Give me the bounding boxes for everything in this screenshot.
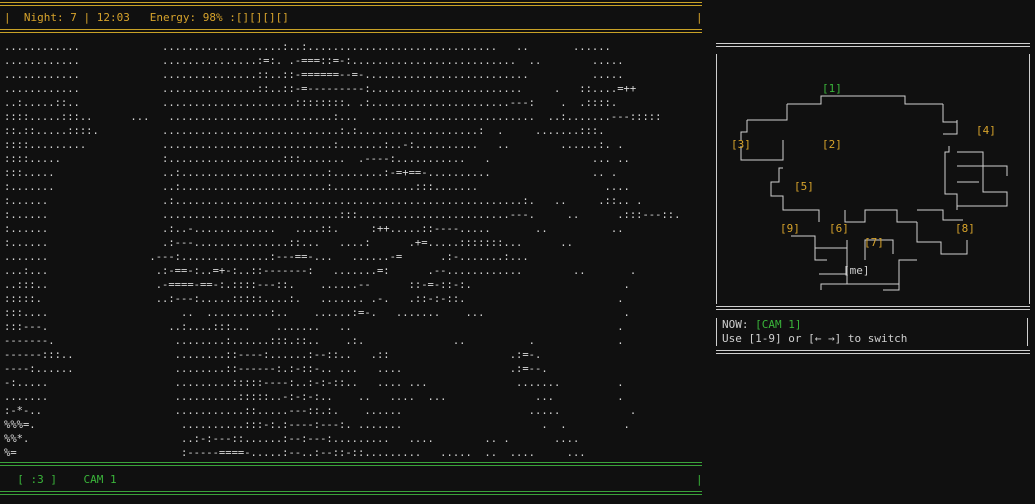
now-label: NOW: bbox=[722, 318, 749, 331]
footer-top-rule bbox=[0, 462, 702, 466]
map-cam-5[interactable]: [5] bbox=[794, 180, 814, 193]
map-cam-6[interactable]: [6] bbox=[829, 222, 849, 235]
camera-status: NOW: [CAM 1] Use [1-9] or [← →] to switc… bbox=[716, 318, 1028, 346]
map-cam-2[interactable]: [2] bbox=[822, 138, 842, 151]
camera-map-panel: [1] [2] [3] [4] [5] [6] [7] [8] [9] [me]… bbox=[716, 40, 1032, 360]
energy-label: Energy: bbox=[149, 11, 197, 24]
map-top-rule bbox=[716, 43, 1030, 47]
map-cam-9[interactable]: [9] bbox=[780, 222, 800, 235]
energy-bars: :[][][][] bbox=[229, 11, 289, 24]
map-bottom-rule bbox=[716, 350, 1030, 354]
map-walls bbox=[740, 95, 1008, 291]
now-cam-value: [CAM 1] bbox=[755, 318, 802, 331]
night-label: Night: bbox=[23, 11, 64, 24]
player-face: [ :3 ] bbox=[17, 473, 57, 486]
current-cam-label: CAM 1 bbox=[83, 473, 117, 486]
map-cam-8[interactable]: [8] bbox=[955, 222, 975, 235]
camera-map: [1] [2] [3] [4] [5] [6] [7] [8] [9] [me] bbox=[716, 54, 1030, 304]
hud-right-border: | bbox=[696, 11, 703, 24]
player-office-marker: [me] bbox=[843, 264, 870, 277]
hud-top-rule bbox=[0, 2, 702, 6]
clock: 12:03 bbox=[96, 11, 130, 24]
map-cam-7[interactable]: [7] bbox=[864, 236, 884, 249]
footer-right-border: | bbox=[696, 473, 703, 486]
footer-bar: [ :3 ] CAM 1 bbox=[4, 473, 117, 487]
map-cam-4[interactable]: [4] bbox=[976, 124, 996, 137]
energy-value: 98% bbox=[202, 11, 223, 24]
map-cam-1[interactable]: [1] bbox=[822, 82, 842, 95]
switch-hint: Use [1-9] or [← →] to switch bbox=[722, 332, 908, 345]
map-mid-rule bbox=[716, 306, 1030, 310]
night-value: 7 bbox=[70, 11, 77, 24]
footer-bottom-rule bbox=[0, 491, 702, 495]
hud-bottom-rule bbox=[0, 29, 702, 33]
map-cam-3[interactable]: [3] bbox=[731, 138, 751, 151]
camera-feed: ............ ...................:..:....… bbox=[4, 41, 681, 459]
hud-bar: | Night: 7 | 12:03 Energy: 98% :[][][][] bbox=[4, 11, 289, 24]
